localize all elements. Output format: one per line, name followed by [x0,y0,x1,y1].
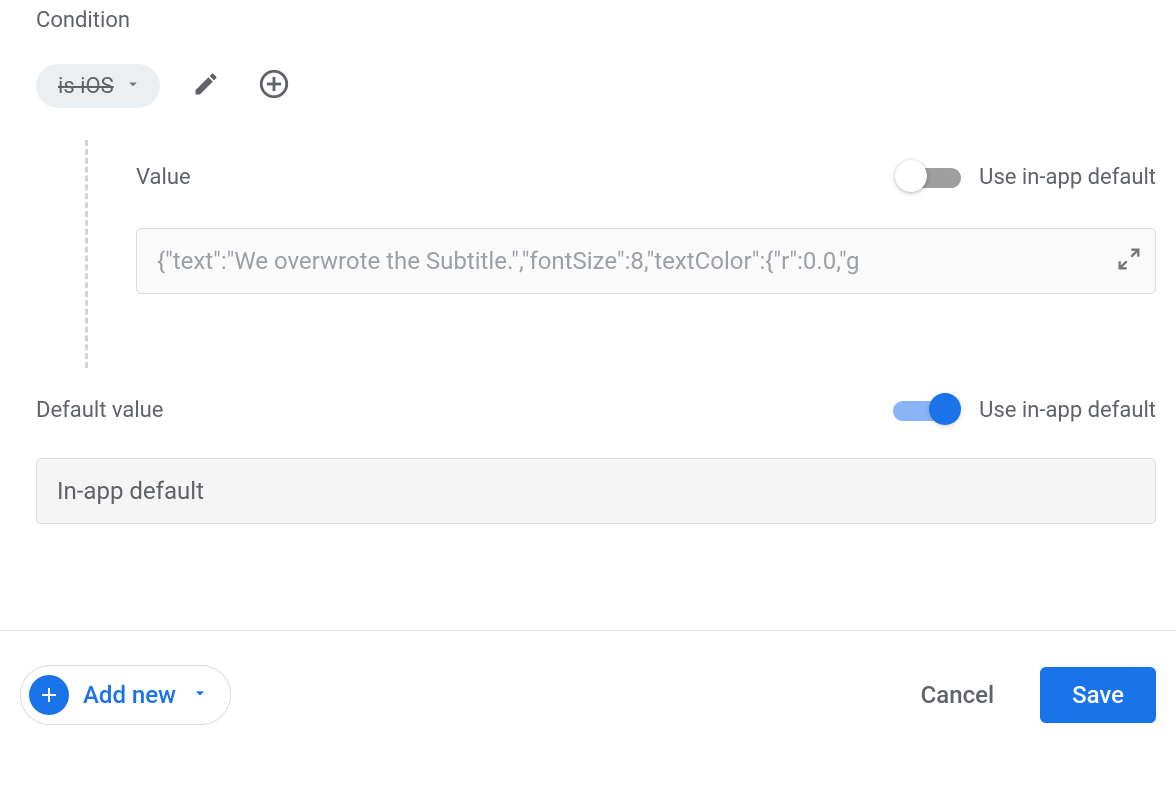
condition-chip-text: is iOS [58,74,114,99]
plus-icon [29,675,69,715]
chevron-down-icon [124,75,142,97]
save-button[interactable]: Save [1040,667,1156,723]
condition-chip[interactable]: is iOS [36,64,160,108]
value-input[interactable]: {"text":"We overwrote the Subtitle.","fo… [136,228,1156,294]
value-toggle-label: Use in-app default [979,165,1156,190]
expand-button[interactable] [1115,245,1143,277]
default-toggle-label: Use in-app default [979,398,1156,423]
default-value-label: Default value [36,398,163,423]
cancel-button[interactable]: Cancel [895,667,1020,723]
edit-button[interactable] [184,64,228,108]
footer-divider [0,630,1176,631]
pencil-icon [192,70,220,102]
expand-icon [1115,258,1143,277]
add-new-button[interactable]: Add new [20,665,231,725]
value-label: Value [136,165,191,190]
default-input-text: In-app default [57,477,204,505]
chevron-down-icon [190,683,210,707]
add-condition-button[interactable] [252,64,296,108]
value-use-default-toggle[interactable] [893,166,963,190]
condition-label: Condition [36,8,130,33]
default-value-input[interactable]: In-app default [36,458,1156,524]
plus-circle-icon [257,67,291,105]
connector-line [85,140,88,368]
value-input-text: {"text":"We overwrote the Subtitle.","fo… [157,247,1107,275]
add-new-label: Add new [83,681,176,709]
default-use-default-toggle[interactable] [893,399,963,423]
